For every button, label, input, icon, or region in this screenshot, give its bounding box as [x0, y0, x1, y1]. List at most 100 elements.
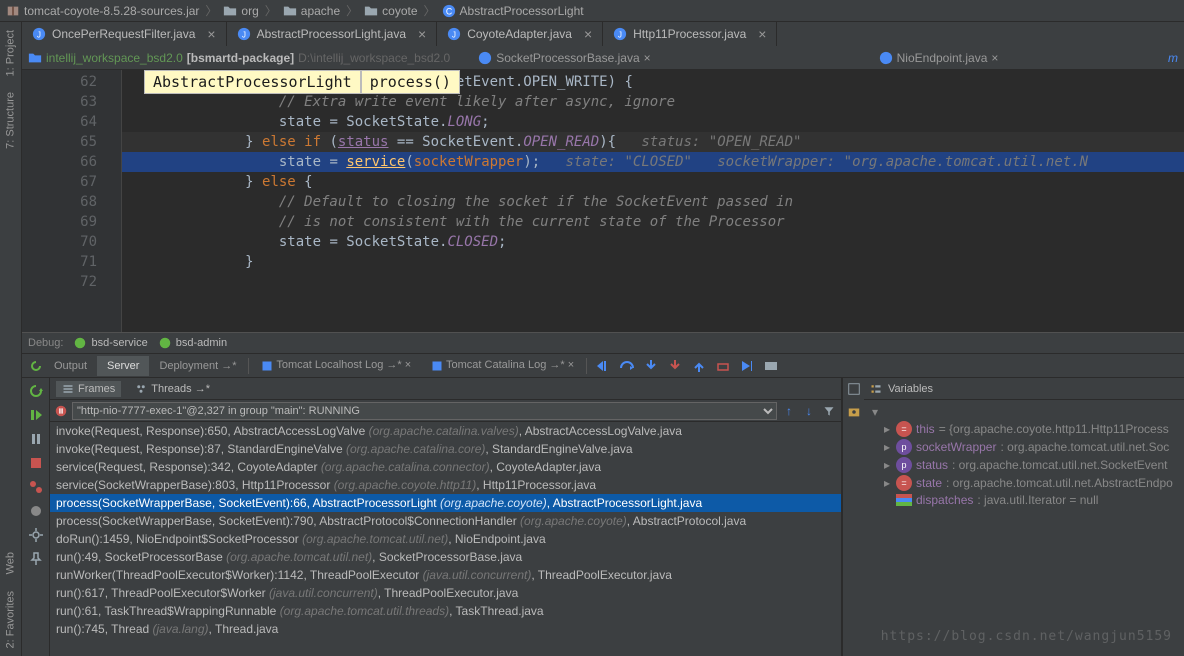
- drop-frame-icon[interactable]: [715, 358, 731, 374]
- folder-icon: [283, 4, 297, 18]
- class-icon: C: [442, 4, 456, 18]
- debug-config[interactable]: bsd-service: [73, 336, 147, 350]
- editor-tab[interactable]: JAbstractProcessorLight.java×: [227, 22, 438, 46]
- structure-tool-tab[interactable]: 7: Structure: [0, 84, 21, 157]
- debug-config[interactable]: bsd-admin: [158, 336, 227, 350]
- code-line: } else {: [122, 172, 1184, 192]
- step-into-icon[interactable]: [643, 358, 659, 374]
- frame-item[interactable]: process(SocketWrapperBase, SocketEvent):…: [50, 512, 841, 530]
- view-breakpoints-icon[interactable]: [27, 478, 45, 496]
- var-row[interactable]: ▸=state: org.apache.tomcat.util.net.Abst…: [868, 474, 1180, 492]
- class-crumb[interactable]: CAbstractProcessorLight: [442, 4, 584, 18]
- resume-icon[interactable]: [27, 406, 45, 424]
- web-tool-tab[interactable]: Web: [0, 544, 21, 582]
- method-indicator: m: [1168, 51, 1178, 65]
- restore-layout-icon[interactable]: [847, 382, 861, 399]
- frame-item[interactable]: invoke(Request, Response):87, StandardEn…: [50, 440, 841, 458]
- editor-tab[interactable]: JCoyoteAdapter.java×: [437, 22, 603, 46]
- frames-panel: Frames Threads →* "http-nio-7777-exec-1"…: [50, 378, 842, 656]
- editor-tab[interactable]: SocketProcessorBase.java: [496, 51, 639, 65]
- frame-item[interactable]: run():49, SocketProcessorBase (org.apach…: [50, 548, 841, 566]
- tomcat-icon: [158, 336, 172, 350]
- java-file-icon: [879, 51, 893, 65]
- archive-icon: [6, 4, 20, 18]
- debug-tab-bar: Output Server Deployment →* Tomcat Local…: [22, 354, 1184, 378]
- frames-tab[interactable]: Frames: [56, 381, 121, 397]
- frame-item[interactable]: doRun():1459, NioEndpoint$SocketProcesso…: [50, 530, 841, 548]
- var-row[interactable]: dispatches: java.util.Iterator = null: [868, 492, 1180, 508]
- threads-tab[interactable]: Threads →*: [129, 381, 216, 397]
- next-frame-icon[interactable]: ↓: [801, 403, 817, 419]
- deployment-tab[interactable]: Deployment →*: [149, 356, 246, 376]
- run-to-cursor-icon[interactable]: [739, 358, 755, 374]
- frame-item[interactable]: run():745, Thread (java.lang), Thread.ja…: [50, 620, 841, 638]
- restart-icon[interactable]: [28, 358, 44, 374]
- output-tab[interactable]: Output: [44, 356, 97, 376]
- pkg-crumb-coyote[interactable]: coyote: [364, 4, 417, 18]
- pkg-crumb-org[interactable]: org: [223, 4, 258, 18]
- frame-item[interactable]: process(SocketWrapperBase, SocketEvent):…: [50, 494, 841, 512]
- frame-list[interactable]: invoke(Request, Response):650, AbstractA…: [50, 422, 841, 656]
- pkg-crumb-apache[interactable]: apache: [283, 4, 340, 18]
- package-name[interactable]: [bsmartd-package]: [187, 51, 294, 65]
- svg-text:C: C: [445, 6, 451, 16]
- jar-crumb[interactable]: tomcat-coyote-8.5.28-sources.jar: [6, 4, 199, 18]
- close-icon[interactable]: ×: [991, 51, 998, 65]
- svg-text:J: J: [452, 31, 456, 40]
- filter-icon[interactable]: [821, 403, 837, 419]
- frame-item[interactable]: runWorker(ThreadPoolExecutor$Worker):114…: [50, 566, 841, 584]
- log-icon: [431, 360, 443, 372]
- project-tool-tab[interactable]: 1: Project: [0, 22, 21, 84]
- prev-frame-icon[interactable]: ↑: [781, 403, 797, 419]
- step-out-icon[interactable]: [691, 358, 707, 374]
- var-row[interactable]: ▸pstatus: org.apache.tomcat.util.net.Soc…: [868, 456, 1180, 474]
- evaluate-expression-icon[interactable]: [763, 358, 779, 374]
- step-over-icon[interactable]: [619, 358, 635, 374]
- java-file-icon: [478, 51, 492, 65]
- debug-title-bar: Debug: bsd-service bsd-admin: [22, 332, 1184, 354]
- threads-icon: [135, 383, 147, 395]
- tomcat-icon: [73, 336, 87, 350]
- settings-icon[interactable]: [27, 526, 45, 544]
- frame-item[interactable]: service(Request, Response):342, CoyoteAd…: [50, 458, 841, 476]
- svg-text:J: J: [242, 31, 246, 40]
- close-icon[interactable]: ×: [644, 51, 651, 65]
- gutter[interactable]: 6263646566676869707172: [22, 70, 122, 332]
- debug-label: Debug:: [28, 337, 63, 349]
- show-execution-point-icon[interactable]: [595, 358, 611, 374]
- pause-icon[interactable]: [27, 430, 45, 448]
- frame-item[interactable]: run():617, ThreadPoolExecutor$Worker (ja…: [50, 584, 841, 602]
- force-step-into-icon[interactable]: [667, 358, 683, 374]
- editor-area: JOncePerRequestFilter.java× JAbstractPro…: [22, 22, 1184, 332]
- editor-tab[interactable]: NioEndpoint.java: [897, 51, 988, 65]
- frames-side-icons: [842, 378, 864, 656]
- close-icon[interactable]: ×: [584, 26, 592, 42]
- frame-item[interactable]: run():61, TaskThread$WrappingRunnable (o…: [50, 602, 841, 620]
- stop-icon[interactable]: [27, 454, 45, 472]
- thread-select[interactable]: "http-nio-7777-exec-1"@2,327 in group "m…: [72, 402, 777, 420]
- var-row[interactable]: ▸psocketWrapper: org.apache.tomcat.util.…: [868, 438, 1180, 456]
- code-line: // Default to closing the socket if the …: [122, 192, 1184, 212]
- close-icon[interactable]: ×: [207, 26, 215, 42]
- favorites-tool-tab[interactable]: 2: Favorites: [0, 583, 21, 656]
- var-row[interactable]: ▸=this = {org.apache.coyote.http11.Http1…: [868, 420, 1180, 438]
- code-editor[interactable]: AbstractProcessorLightprocess() } else i…: [122, 70, 1184, 332]
- frame-item[interactable]: service(SocketWrapperBase):803, Http11Pr…: [50, 476, 841, 494]
- close-icon[interactable]: ×: [418, 26, 426, 42]
- localhost-log-tab[interactable]: Tomcat Localhost Log →* ×: [251, 355, 421, 375]
- frame-item[interactable]: invoke(Request, Response):650, AbstractA…: [50, 422, 841, 440]
- catalina-log-tab[interactable]: Tomcat Catalina Log →* ×: [421, 355, 584, 375]
- editor-tab[interactable]: JHttp11Processor.java×: [603, 22, 777, 46]
- editor-tab[interactable]: JOncePerRequestFilter.java×: [22, 22, 227, 46]
- pin-icon[interactable]: [27, 550, 45, 568]
- mute-breakpoints-icon[interactable]: [27, 502, 45, 520]
- code-line: }: [122, 252, 1184, 272]
- close-icon[interactable]: ×: [758, 26, 766, 42]
- screenshot-icon[interactable]: [847, 405, 861, 422]
- debug-tool-window: Debug: bsd-service bsd-admin Output Serv…: [22, 332, 1184, 656]
- rerun-icon[interactable]: [27, 382, 45, 400]
- variables-tree[interactable]: ▾▸=this = {org.apache.coyote.http11.Http…: [864, 400, 1184, 656]
- var-root[interactable]: ▾: [868, 404, 1180, 420]
- workspace-name[interactable]: intellij_workspace_bsd2.0: [46, 51, 183, 65]
- server-tab[interactable]: Server: [97, 356, 149, 376]
